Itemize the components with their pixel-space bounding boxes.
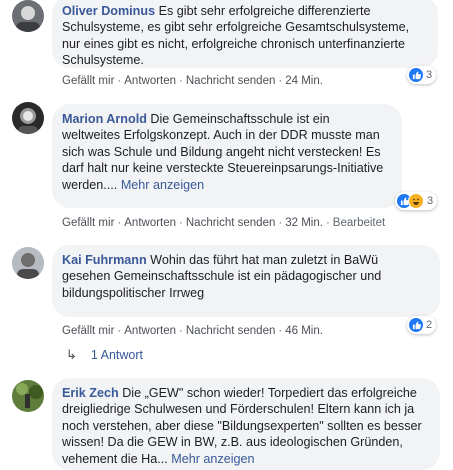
reply-button[interactable]: Antworten (124, 325, 176, 337)
reaction-summary[interactable]: 2 (407, 316, 437, 334)
avatar-photo-icon (12, 0, 44, 32)
comment-bubble: Erik Zech Die „GEW" schon wieder! Torped… (52, 378, 440, 470)
avatar-photo-icon (12, 247, 44, 279)
reply-arrow-icon: ↳ (66, 347, 77, 362)
comment-actions: Gefällt mir · Antworten · Nachricht senden · 2… (62, 75, 323, 87)
reaction-count: 3 (426, 69, 433, 81)
send-message-button[interactable]: Nachricht senden (186, 75, 276, 87)
replies-count-label: 1 Antwort (90, 348, 144, 362)
avatar-photo-icon (12, 102, 44, 134)
like-icon (409, 318, 423, 332)
like-button[interactable]: Gefällt mir (62, 217, 114, 229)
send-message-button[interactable]: Nachricht senden (186, 325, 276, 337)
comment-actions: Gefällt mir · Antworten · Nachricht senden · 3… (62, 217, 386, 229)
avatar-photo-icon (12, 380, 44, 412)
avatar[interactable] (12, 247, 44, 279)
timestamp[interactable]: 46 Min. (285, 325, 323, 337)
comment-author[interactable]: Kai Fuhrmann (62, 253, 147, 267)
timestamp[interactable]: 32 Min. (285, 217, 323, 229)
view-replies-link[interactable]: ↳ 1 Antwort (66, 347, 143, 363)
like-icon (409, 68, 423, 82)
timestamp[interactable]: 24 Min. (285, 75, 323, 87)
comment-bubble: Kai Fuhrmann Wohin das führt hat man zul… (52, 245, 440, 317)
reply-button[interactable]: Antworten (124, 75, 176, 87)
reply-button[interactable]: Antworten (124, 217, 176, 229)
reaction-count: 3 (427, 195, 434, 207)
haha-icon (408, 193, 424, 209)
reaction-summary[interactable]: 3 (407, 66, 437, 84)
avatar[interactable] (12, 102, 44, 134)
comment-author[interactable]: Marion Arnold (62, 112, 147, 126)
see-more-link[interactable]: Mehr anzeigen (171, 452, 254, 466)
like-button[interactable]: Gefällt mir (62, 325, 114, 337)
comment-actions: Gefällt mir · Antworten · Nachricht senden · 4… (62, 325, 323, 337)
like-button[interactable]: Gefällt mir (62, 75, 114, 87)
reaction-summary[interactable]: 3 (395, 192, 438, 210)
avatar[interactable] (12, 0, 44, 32)
comment-bubble: Marion Arnold Die Gemeinschaftsschule is… (52, 104, 402, 208)
see-more-link[interactable]: Mehr anzeigen (121, 178, 204, 192)
comment-bubble: Oliver Dominus Es gibt sehr erfolgreiche… (52, 0, 438, 68)
edited-label: Bearbeitet (332, 217, 386, 229)
send-message-button[interactable]: Nachricht senden (186, 217, 276, 229)
comment-author[interactable]: Erik Zech (62, 386, 119, 400)
reaction-count: 2 (426, 319, 433, 331)
avatar[interactable] (12, 380, 44, 412)
comment-author[interactable]: Oliver Dominus (62, 4, 155, 18)
